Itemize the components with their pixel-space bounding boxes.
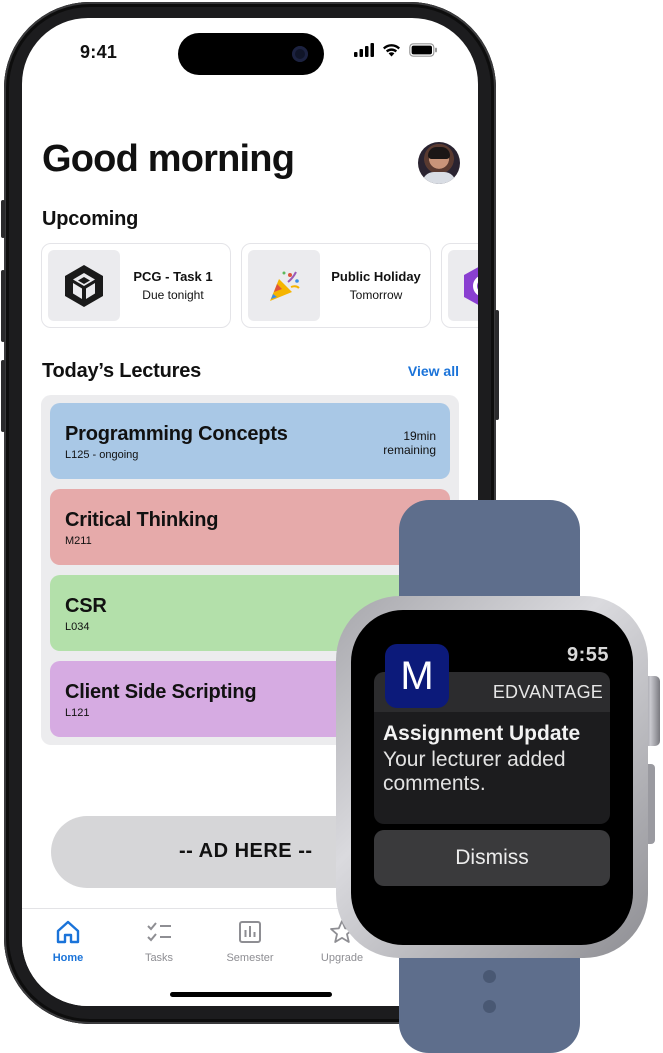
wifi-icon xyxy=(383,44,400,57)
party-popper-icon xyxy=(270,271,300,301)
lectures-section-title: Today’s Lectures xyxy=(42,360,202,382)
view-all-link[interactable]: View all xyxy=(408,363,459,379)
notification-body[interactable]: Assignment Update Your lecturer added co… xyxy=(374,712,610,824)
battery-icon xyxy=(409,43,437,57)
home-indicator[interactable] xyxy=(170,992,332,997)
upcoming-due: Tomorrow xyxy=(349,288,403,302)
tasks-checklist-icon xyxy=(147,922,171,942)
avatar-hair xyxy=(428,147,450,159)
upcoming-due: Due tonight xyxy=(142,288,204,302)
upcoming-thumb xyxy=(248,250,320,321)
upcoming-section-title: Upcoming xyxy=(42,208,139,230)
tab-label: Semester xyxy=(226,952,274,964)
app-icon: M xyxy=(385,644,449,708)
tab-tasks[interactable]: Tasks xyxy=(119,919,199,964)
lecture-card[interactable]: Critical Thinking M211 xyxy=(50,489,450,565)
ad-text: -- AD HERE -- xyxy=(179,840,313,862)
lecture-room: L125 - ongoing xyxy=(65,449,139,461)
lecture-room: L034 xyxy=(65,621,90,633)
lecture-name: CSR xyxy=(65,595,107,617)
upcoming-card-task[interactable]: PCG - Task 1 Due tonight xyxy=(41,243,231,328)
front-camera xyxy=(292,46,308,62)
status-bar-icons xyxy=(354,43,438,57)
upcoming-card-csharp[interactable] xyxy=(441,243,478,328)
phone-action-button xyxy=(1,200,5,238)
upcoming-card-holiday[interactable]: Public Holiday Tomorrow xyxy=(241,243,431,328)
dismiss-button[interactable]: Dismiss xyxy=(374,830,610,886)
notification-title: Assignment Update xyxy=(383,722,581,745)
tab-label: Home xyxy=(52,952,84,964)
cellular-signal-icon xyxy=(354,43,374,57)
dynamic-island xyxy=(178,33,324,75)
upcoming-text: Public Holiday Tomorrow xyxy=(328,269,424,302)
bar-chart-icon xyxy=(239,921,261,943)
home-icon xyxy=(56,920,80,944)
phone-volume-up-button xyxy=(1,270,5,342)
upcoming-name: Public Holiday xyxy=(331,269,421,284)
lecture-name: Critical Thinking xyxy=(65,509,219,531)
app-icon-letter: M xyxy=(400,653,434,698)
lecture-time-remaining: 19min remaining xyxy=(383,429,436,457)
tab-semester[interactable]: Semester xyxy=(210,919,290,964)
tab-label: Tasks xyxy=(144,952,174,964)
phone-power-button xyxy=(495,310,499,420)
remaining-value: 19min xyxy=(403,429,436,443)
phone-volume-down-button xyxy=(1,360,5,432)
avatar-shirt xyxy=(422,172,456,184)
upcoming-thumb xyxy=(48,250,120,321)
upcoming-name: PCG - Task 1 xyxy=(133,269,213,284)
upcoming-thumb xyxy=(448,250,478,321)
remaining-label: remaining xyxy=(383,443,436,457)
watch-time: 9:55 xyxy=(566,644,609,666)
tab-home[interactable]: Home xyxy=(28,919,108,964)
lecture-card[interactable]: Programming Concepts L125 - ongoing 19mi… xyxy=(50,403,450,479)
lecture-name: Client Side Scripting xyxy=(65,681,257,703)
app-name: EDVANTAGE xyxy=(492,682,603,702)
notification-message: Your lecturer added comments. xyxy=(383,748,566,795)
watch-screen: 9:55 M EDVANTAGE Assignment Update Your … xyxy=(351,610,633,945)
csharp-hexagon-icon xyxy=(464,266,478,305)
status-bar-time: 9:41 xyxy=(80,42,118,62)
lecture-room: M211 xyxy=(65,535,92,547)
band-hole xyxy=(483,970,496,983)
lecture-room: L121 xyxy=(65,707,90,719)
band-hole xyxy=(483,1000,496,1013)
greeting-title: Good morning xyxy=(42,138,295,180)
upcoming-text: PCG - Task 1 Due tonight xyxy=(128,269,218,302)
lecture-name: Programming Concepts xyxy=(65,423,288,445)
unity-cube-icon xyxy=(65,264,103,307)
tab-label: Upgrade xyxy=(320,952,364,964)
profile-avatar[interactable] xyxy=(418,142,460,184)
